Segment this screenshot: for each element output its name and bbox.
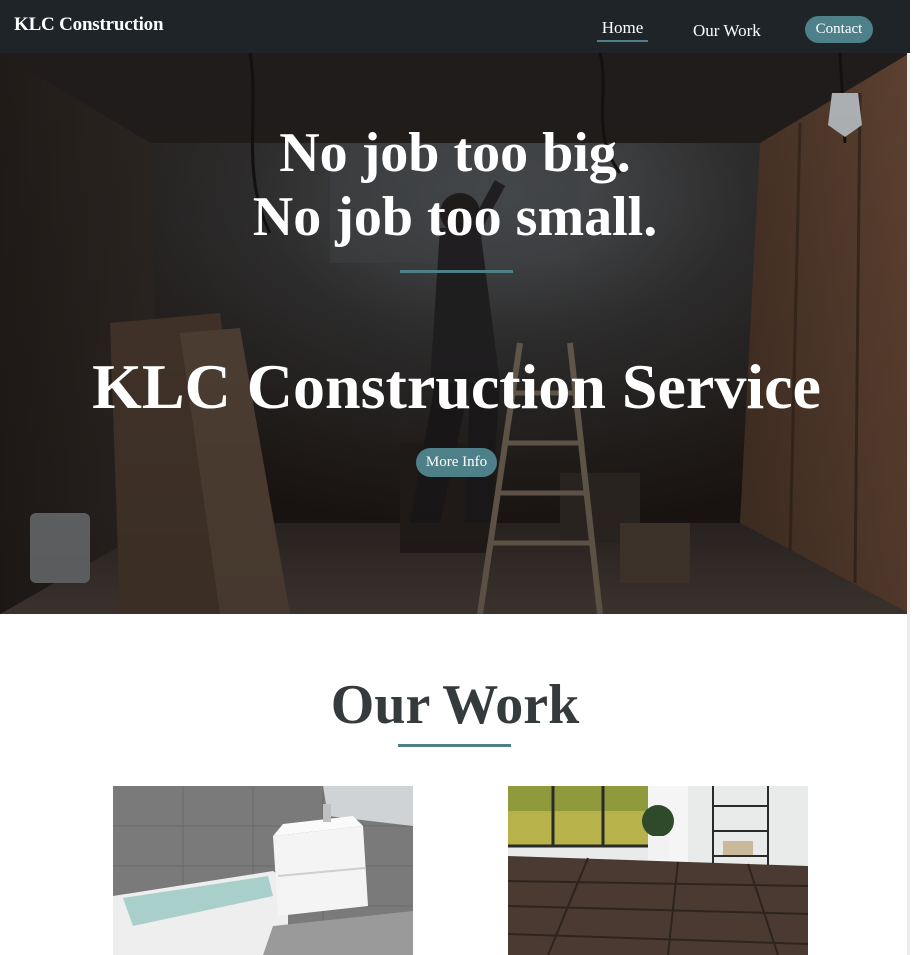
navbar: KLC Construction Home Our Work Contact xyxy=(0,0,910,53)
hero-title: KLC Construction Service xyxy=(92,351,821,422)
nav-link-our-work[interactable]: Our Work xyxy=(693,21,761,41)
hero-tagline-line-1: No job too big. xyxy=(279,122,631,184)
contact-button[interactable]: Contact xyxy=(805,16,873,43)
our-work-heading: Our Work xyxy=(330,674,580,736)
hero-section: No job too big. No job too small. KLC Co… xyxy=(0,53,910,614)
our-work-divider xyxy=(398,744,511,747)
work-image-flooring[interactable] xyxy=(508,786,808,955)
flooring-photo xyxy=(508,786,808,955)
brand-logo[interactable]: KLC Construction xyxy=(14,14,164,36)
hero-divider xyxy=(400,270,513,273)
nav-link-home[interactable]: Home xyxy=(597,18,648,42)
more-info-button[interactable]: More Info xyxy=(416,448,497,477)
scrollbar-track[interactable] xyxy=(907,0,910,955)
bathroom-photo xyxy=(113,786,413,955)
work-image-bathroom[interactable] xyxy=(113,786,413,955)
page: KLC Construction Home Our Work Contact N… xyxy=(0,0,910,955)
hero-tagline-line-2: No job too small. xyxy=(252,186,658,248)
